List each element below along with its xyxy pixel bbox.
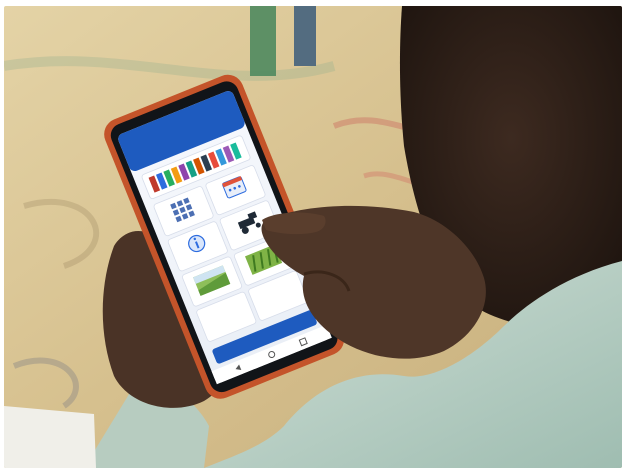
- photo-scene: [4, 6, 622, 468]
- blue-ribbon: [294, 6, 316, 66]
- photo-illustration: [4, 6, 622, 468]
- green-ribbon: [250, 6, 276, 76]
- paper: [4, 406, 96, 468]
